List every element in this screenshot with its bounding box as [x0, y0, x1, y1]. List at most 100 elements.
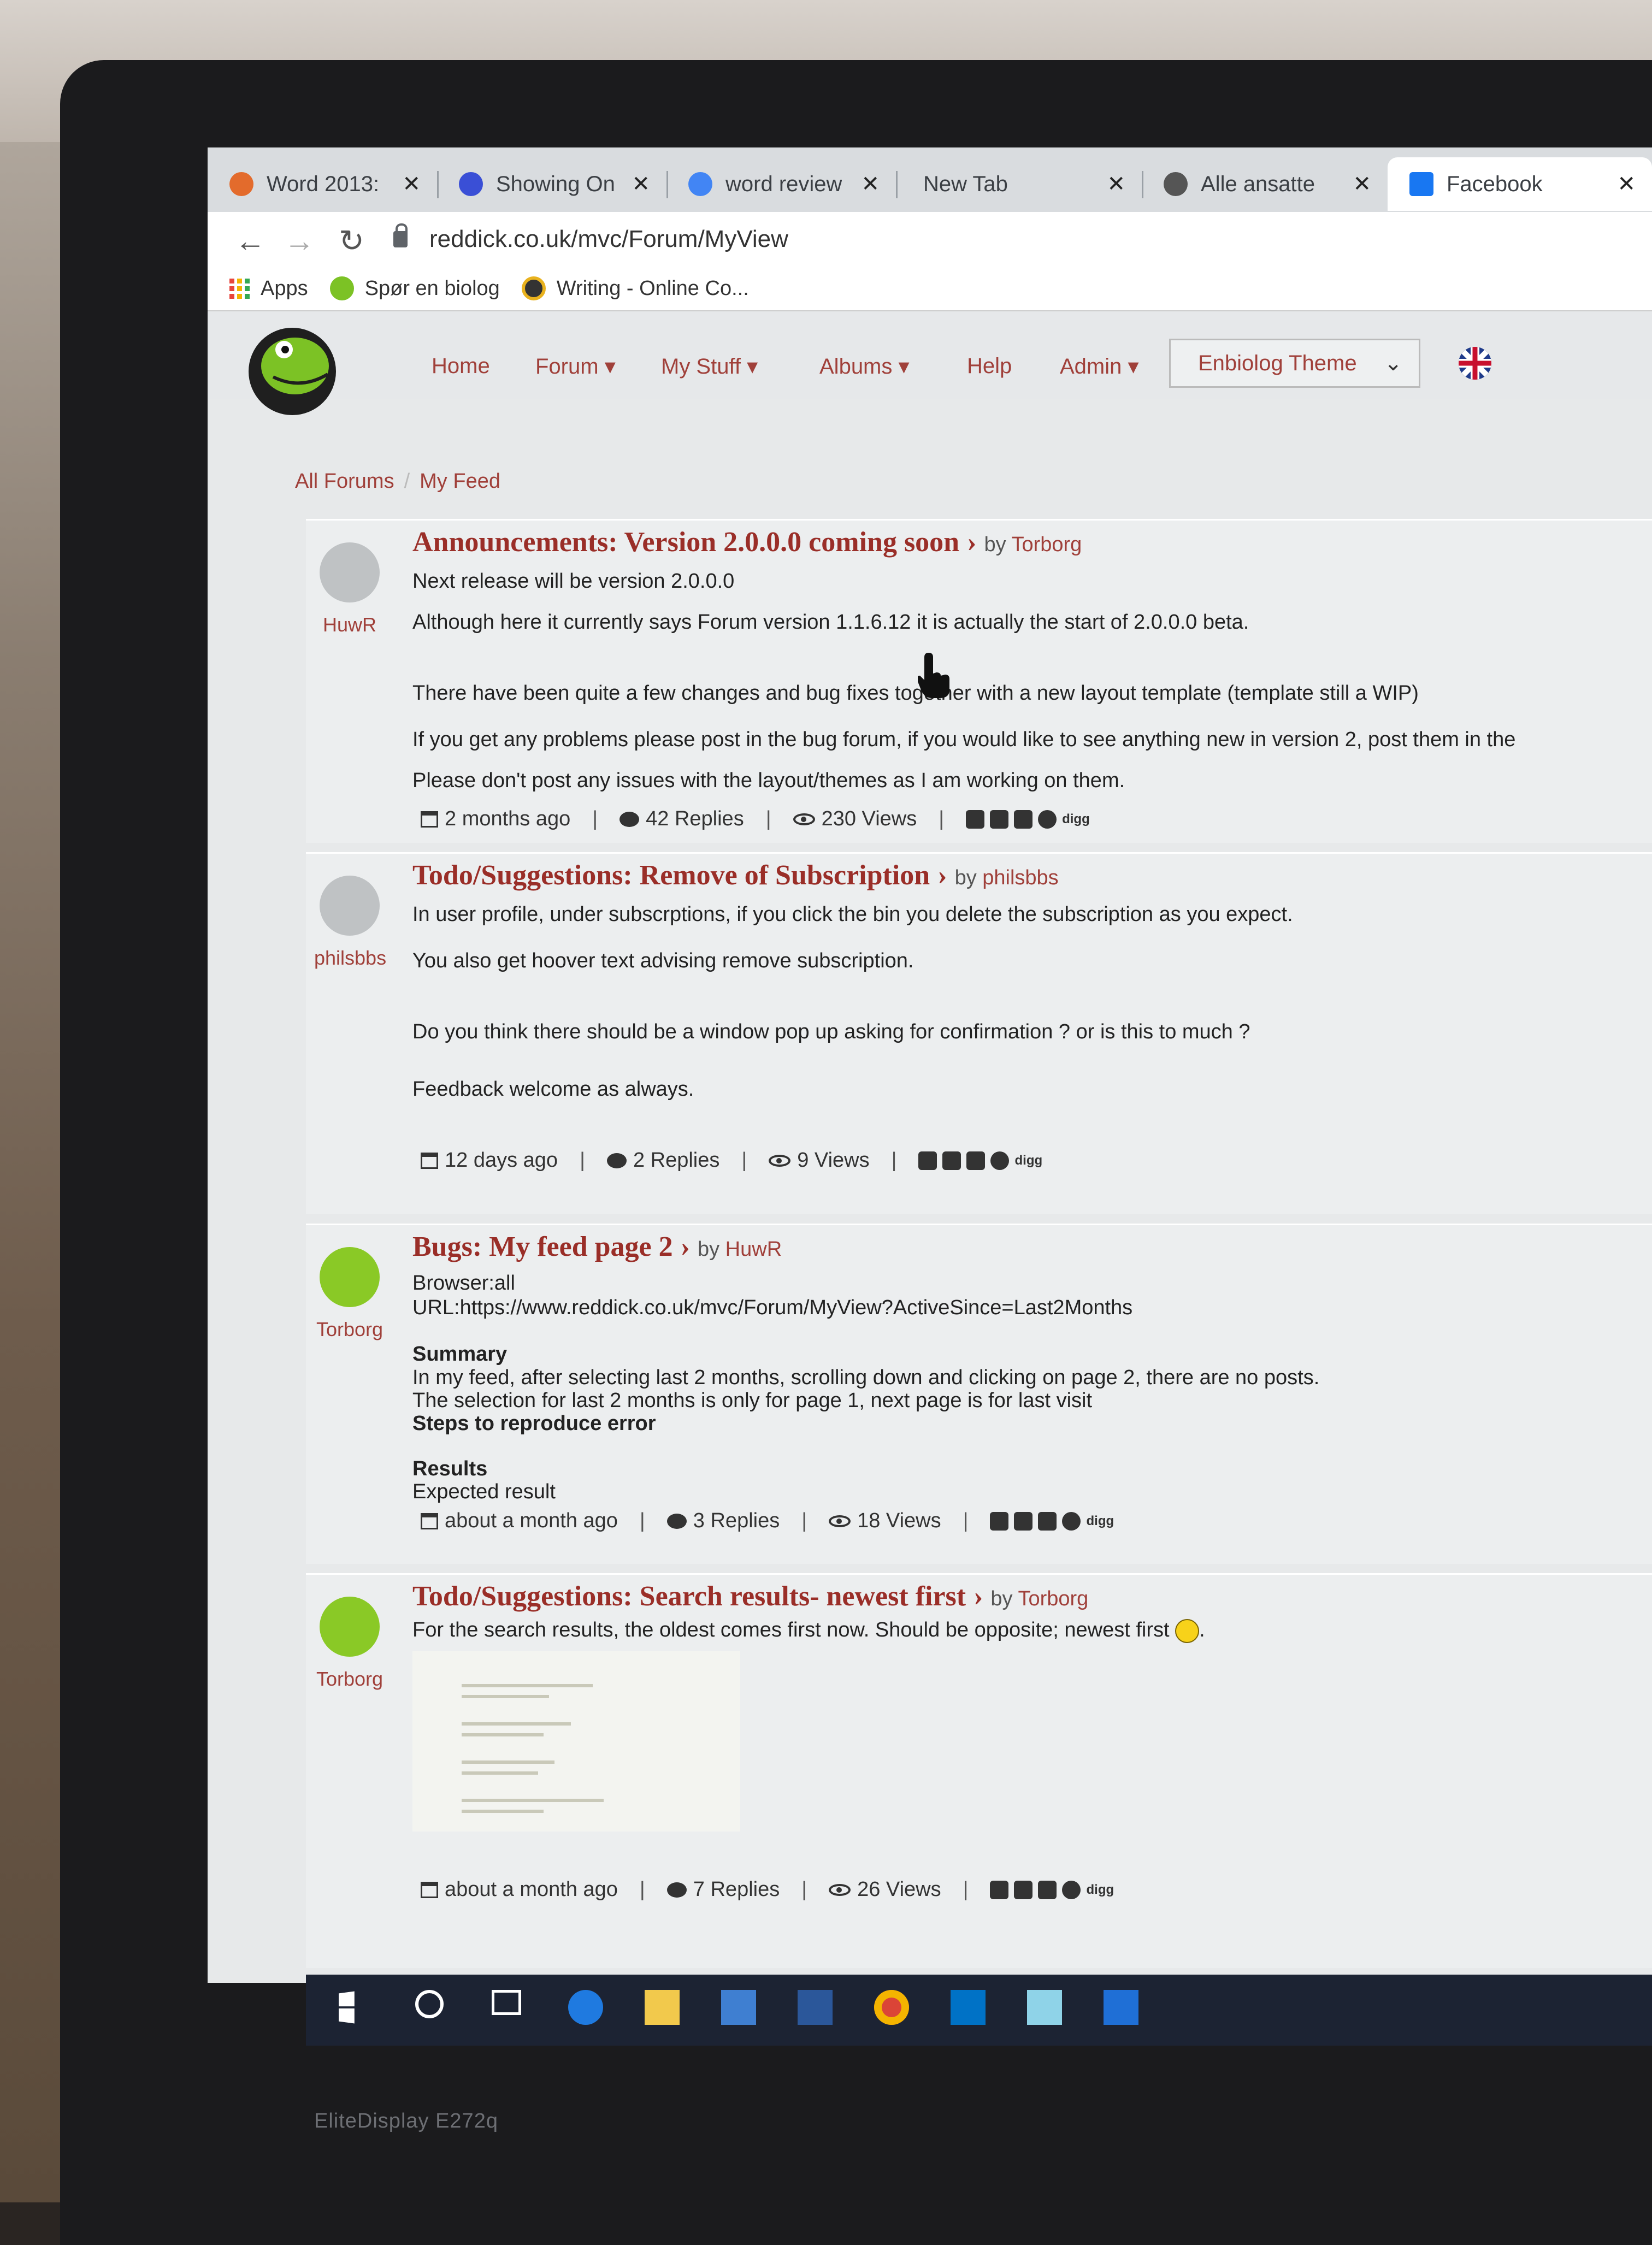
- breadcrumb-my-feed[interactable]: My Feed: [420, 470, 500, 493]
- eye-icon: [793, 813, 815, 825]
- forward-icon[interactable]: →: [284, 223, 315, 258]
- reload-icon[interactable]: ↻: [339, 223, 364, 259]
- bookmark-spor-en-biolog[interactable]: Spør en biolog: [329, 276, 500, 300]
- tab-facebook[interactable]: Facebook ✕: [1388, 157, 1652, 211]
- close-icon[interactable]: ✕: [632, 172, 650, 197]
- twitter-share-icon[interactable]: [1014, 1511, 1033, 1531]
- frog-logo-icon[interactable]: [240, 322, 344, 415]
- post-username[interactable]: Torborg: [314, 1668, 385, 1691]
- comment-icon: [620, 811, 640, 827]
- nav-help[interactable]: Help: [967, 354, 1012, 379]
- feed-post: HuwR Announcements: Version 2.0.0.0 comi…: [306, 519, 1652, 843]
- apps-grid-icon: [229, 278, 250, 299]
- facebook-share-icon[interactable]: [966, 810, 985, 829]
- tab-strip: Word 2013: ✕ Showing On ✕ word review ✕ …: [208, 147, 1652, 212]
- edge-icon[interactable]: [568, 1990, 603, 2025]
- calendar-app-icon[interactable]: [1104, 1990, 1138, 2025]
- address-toolbar: ← → ↻ reddick.co.uk/mvc/Forum/MyView: [208, 212, 1652, 267]
- tab-new[interactable]: New Tab ✕: [896, 157, 1143, 211]
- replies-link[interactable]: 42 Replies: [620, 807, 744, 831]
- post-username[interactable]: philsbbs: [314, 947, 386, 970]
- email-share-icon[interactable]: [1014, 810, 1033, 829]
- tab-word-review[interactable]: word review ✕: [666, 157, 898, 211]
- post-title[interactable]: Bugs: My feed page 2 › by HuwR: [412, 1231, 782, 1263]
- nav-mystuff[interactable]: My Stuff ▾: [661, 354, 758, 379]
- app-icon[interactable]: [1027, 1990, 1062, 2025]
- post-line: You also get hoover text advising remove…: [412, 949, 914, 972]
- post-author[interactable]: HuwR: [725, 1238, 782, 1261]
- post-title[interactable]: Announcements: Version 2.0.0.0 coming so…: [412, 526, 1082, 558]
- word-icon[interactable]: [798, 1990, 833, 2025]
- post-author[interactable]: Torborg: [1011, 533, 1082, 556]
- tab-word[interactable]: Word 2013: ✕: [208, 157, 439, 211]
- outlook-icon[interactable]: [951, 1990, 986, 2025]
- post-title[interactable]: Todo/Suggestions: Search results- newest…: [412, 1580, 1088, 1612]
- chrome-icon[interactable]: [874, 1990, 909, 2025]
- windows-start-icon[interactable]: [339, 1991, 355, 2024]
- twitter-share-icon[interactable]: [942, 1151, 961, 1170]
- reddit-share-icon[interactable]: [1062, 1511, 1081, 1531]
- avatar[interactable]: [320, 876, 380, 936]
- close-icon[interactable]: ✕: [1353, 172, 1371, 197]
- address-bar[interactable]: reddick.co.uk/mvc/Forum/MyView: [393, 217, 1639, 261]
- replies-link[interactable]: 2 Replies: [606, 1149, 719, 1172]
- post-author[interactable]: Torborg: [1018, 1587, 1088, 1610]
- twitter-share-icon[interactable]: [1014, 1880, 1033, 1899]
- search-icon[interactable]: [415, 1990, 444, 2018]
- reddit-share-icon[interactable]: [1062, 1880, 1081, 1899]
- email-share-icon[interactable]: [1038, 1511, 1057, 1531]
- avatar[interactable]: [320, 1597, 380, 1657]
- post-category: Bugs:: [412, 1231, 482, 1262]
- close-icon[interactable]: ✕: [1617, 172, 1636, 197]
- breadcrumb-all-forums[interactable]: All Forums: [295, 470, 394, 493]
- facebook-share-icon[interactable]: [990, 1511, 1009, 1531]
- digg-share-link[interactable]: digg: [1086, 1882, 1114, 1898]
- post-title[interactable]: Todo/Suggestions: Remove of Subscription…: [412, 859, 1059, 891]
- back-icon[interactable]: ←: [235, 223, 266, 258]
- comment-icon: [606, 1153, 627, 1168]
- post-meta: about a month ago | 3 Replies | 18 Views | …: [421, 1509, 1114, 1533]
- email-share-icon[interactable]: [1038, 1880, 1057, 1899]
- post-username[interactable]: Torborg: [314, 1318, 385, 1341]
- screenshot-thumbnail[interactable]: [412, 1651, 740, 1832]
- file-explorer-icon[interactable]: [645, 1990, 680, 2025]
- replies-link[interactable]: 3 Replies: [666, 1509, 780, 1533]
- digg-share-link[interactable]: digg: [1086, 1514, 1114, 1529]
- tab-alle-ansatte[interactable]: Alle ansatte ✕: [1142, 157, 1389, 211]
- close-icon[interactable]: ✕: [861, 172, 880, 197]
- replies-link[interactable]: 7 Replies: [666, 1878, 780, 1901]
- facebook-share-icon[interactable]: [918, 1151, 937, 1170]
- digg-share-link[interactable]: digg: [1014, 1153, 1042, 1168]
- uk-flag-icon[interactable]: [1459, 347, 1491, 380]
- post-line: Expected result: [412, 1480, 556, 1503]
- bookmark-writing[interactable]: Writing - Online Co...: [521, 276, 749, 300]
- tab-label: Word 2013:: [267, 172, 380, 196]
- digg-share-link[interactable]: digg: [1062, 812, 1090, 827]
- email-share-icon[interactable]: [966, 1151, 986, 1170]
- nav-home[interactable]: Home: [432, 354, 490, 379]
- nav-albums[interactable]: Albums ▾: [819, 354, 910, 379]
- facebook-share-icon[interactable]: [990, 1880, 1009, 1899]
- close-icon[interactable]: ✕: [402, 172, 421, 197]
- bookmarks-bar: Apps Spør en biolog Writing - Online Co.…: [208, 267, 1652, 311]
- post-author[interactable]: philsbbs: [982, 866, 1058, 889]
- reddit-share-icon[interactable]: [1038, 810, 1057, 829]
- reddit-share-icon[interactable]: [990, 1151, 1010, 1170]
- post-username[interactable]: HuwR: [314, 613, 385, 636]
- close-icon[interactable]: ✕: [1107, 172, 1125, 197]
- avatar[interactable]: [320, 542, 380, 602]
- nav-admin[interactable]: Admin ▾: [1060, 354, 1139, 379]
- post-line: Summary: [412, 1343, 508, 1366]
- lock-icon: [393, 223, 408, 247]
- avatar[interactable]: [320, 1247, 380, 1307]
- bookmark-apps[interactable]: Apps: [229, 277, 308, 300]
- task-view-icon[interactable]: [492, 1990, 521, 2015]
- theme-select[interactable]: Enbiolog Theme ⌄: [1169, 339, 1420, 388]
- remote-desktop-icon[interactable]: [721, 1990, 756, 2025]
- office-icon: [229, 172, 253, 196]
- post-replies: 7 Replies: [693, 1878, 780, 1901]
- tab-showing[interactable]: Showing On ✕: [437, 157, 668, 211]
- site-navbar: Home Forum ▾ My Stuff ▾ Albums ▾ Help Ad…: [208, 311, 1652, 415]
- twitter-share-icon[interactable]: [990, 810, 1009, 829]
- nav-forum[interactable]: Forum ▾: [535, 354, 616, 379]
